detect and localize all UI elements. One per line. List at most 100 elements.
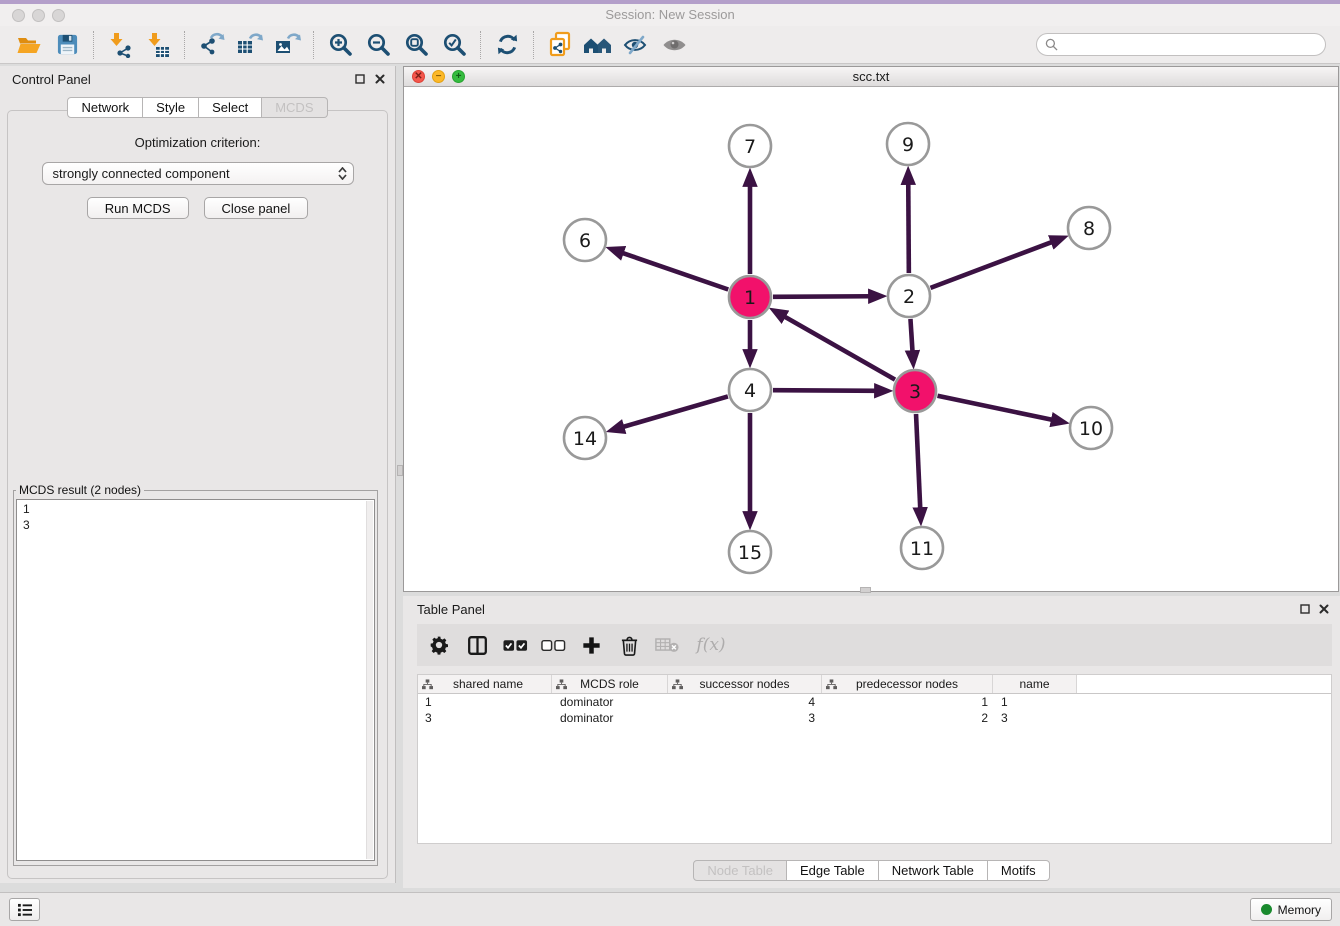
export-table-button[interactable] xyxy=(230,29,268,61)
cell-successor-nodes[interactable]: 3 xyxy=(668,711,822,725)
graph-edge-1-2[interactable] xyxy=(773,296,871,297)
tab-network[interactable]: Network xyxy=(67,97,143,118)
cell-mcds-role[interactable]: dominator xyxy=(552,695,668,709)
tab-node-table[interactable]: Node Table xyxy=(693,860,787,881)
export-table-icon xyxy=(236,32,263,58)
memory-button[interactable]: Memory xyxy=(1250,898,1332,921)
network-window-titlebar[interactable]: ✕ − + scc.txt xyxy=(404,67,1338,87)
new-network-from-selection-button[interactable] xyxy=(541,29,579,61)
search-input[interactable] xyxy=(1063,38,1317,52)
zoom-out-button[interactable] xyxy=(359,29,397,61)
network-canvas[interactable]: 7968124314101511 xyxy=(404,87,1338,591)
graph-edge-2-9[interactable] xyxy=(908,182,909,273)
zoom-fit-button[interactable] xyxy=(397,29,435,61)
tab-motifs[interactable]: Motifs xyxy=(988,860,1050,881)
graph-edge-3-1[interactable] xyxy=(783,316,895,380)
tab-network-table[interactable]: Network Table xyxy=(879,860,988,881)
graph-node-label-10: 10 xyxy=(1079,418,1103,440)
table-options-button[interactable] xyxy=(423,629,455,661)
graph-node-label-7: 7 xyxy=(744,136,756,158)
refresh-icon xyxy=(495,32,520,57)
graph-edge-2-8[interactable] xyxy=(931,241,1054,287)
table-row[interactable]: 1 dominator 4 1 1 xyxy=(418,694,1331,710)
cell-shared-name[interactable]: 3 xyxy=(418,711,552,725)
graph-edge-3-11[interactable] xyxy=(916,414,920,510)
graph-edge-4-3[interactable] xyxy=(773,390,877,391)
cell-mcds-role[interactable]: dominator xyxy=(552,711,668,725)
tab-edge-table[interactable]: Edge Table xyxy=(787,860,879,881)
zoom-in-icon xyxy=(328,32,353,57)
gear-icon xyxy=(429,635,449,655)
run-mcds-button[interactable]: Run MCDS xyxy=(87,197,189,219)
close-table-panel-button[interactable] xyxy=(1317,602,1331,616)
unselect-all-columns-button[interactable] xyxy=(537,629,569,661)
import-table-icon xyxy=(145,32,171,58)
close-panel-button-mcds[interactable]: Close panel xyxy=(204,197,309,219)
export-network-button[interactable] xyxy=(192,29,230,61)
cell-predecessor-nodes[interactable]: 2 xyxy=(822,711,993,725)
add-column-button[interactable] xyxy=(575,629,607,661)
column-header-successor-nodes[interactable]: successor nodes xyxy=(668,675,822,693)
main-toolbar xyxy=(0,26,1340,64)
cell-successor-nodes[interactable]: 4 xyxy=(668,695,822,709)
refresh-layout-button[interactable] xyxy=(488,29,526,61)
function-builder-button[interactable]: f(x) xyxy=(689,629,733,661)
graph-node-label-2: 2 xyxy=(903,286,915,308)
column-header-mcds-role[interactable]: MCDS role xyxy=(552,675,668,693)
first-neighbors-button[interactable] xyxy=(579,29,617,61)
accent-strip xyxy=(0,0,1340,4)
save-floppy-icon xyxy=(56,33,79,56)
save-session-button[interactable] xyxy=(48,29,86,61)
table-row[interactable]: 3 dominator 3 2 3 xyxy=(418,710,1331,726)
import-table-button[interactable] xyxy=(139,29,177,61)
close-panel-button[interactable] xyxy=(373,72,387,86)
zoom-in-button[interactable] xyxy=(321,29,359,61)
float-table-panel-button[interactable] xyxy=(1298,602,1312,616)
cell-predecessor-nodes[interactable]: 1 xyxy=(822,695,993,709)
delete-columns-button[interactable] xyxy=(613,629,645,661)
horizontal-splitter-handle[interactable] xyxy=(860,587,871,593)
import-network-button[interactable] xyxy=(101,29,139,61)
graph-edge-2-3[interactable] xyxy=(910,319,912,353)
select-all-columns-button[interactable] xyxy=(499,629,531,661)
open-session-button[interactable] xyxy=(10,29,48,61)
zoom-selected-button[interactable] xyxy=(435,29,473,61)
optimization-criterion-label: Optimization criterion: xyxy=(8,135,387,150)
vertical-splitter-handle[interactable] xyxy=(397,465,403,476)
cell-name[interactable]: 1 xyxy=(993,695,1077,709)
tab-style[interactable]: Style xyxy=(143,97,199,118)
show-all-button[interactable] xyxy=(655,29,693,61)
fx-icon: f(x) xyxy=(696,635,725,655)
criterion-dropdown[interactable]: strongly connected component xyxy=(42,162,354,185)
graph-edge-3-10[interactable] xyxy=(938,396,1054,420)
export-image-button[interactable] xyxy=(268,29,306,61)
app-titlebar: Session: New Session xyxy=(0,0,1340,26)
graph-edge-4-14[interactable] xyxy=(621,396,727,427)
search-box[interactable] xyxy=(1036,33,1326,56)
network-view-window: ✕ − + scc.txt 7968124314101511 xyxy=(403,66,1339,592)
network-graph: 7968124314101511 xyxy=(404,87,1338,591)
column-header-name[interactable]: name xyxy=(993,675,1077,693)
float-panel-button[interactable] xyxy=(353,72,367,86)
graph-node-label-14: 14 xyxy=(573,428,597,450)
column-header-shared-name[interactable]: shared name xyxy=(418,675,552,693)
dropdown-stepper-icon xyxy=(338,167,349,180)
mcds-panel: Optimization criterion: strongly connect… xyxy=(7,110,388,879)
houses-icon xyxy=(583,33,613,57)
tab-select[interactable]: Select xyxy=(199,97,262,118)
graph-edge-1-6[interactable] xyxy=(621,252,728,289)
task-history-button[interactable] xyxy=(9,898,40,921)
tree-icon xyxy=(826,679,837,690)
hide-selected-button[interactable] xyxy=(617,29,655,61)
eye-slash-icon xyxy=(623,33,650,57)
tab-mcds[interactable]: MCDS xyxy=(262,97,327,118)
trash-icon xyxy=(620,635,639,656)
column-header-predecessor-nodes[interactable]: predecessor nodes xyxy=(822,675,993,693)
column-layout-button[interactable] xyxy=(461,629,493,661)
cell-name[interactable]: 3 xyxy=(993,711,1077,725)
cell-shared-name[interactable]: 1 xyxy=(418,695,552,709)
table-panel-title: Table Panel xyxy=(417,602,485,617)
mcds-result-list[interactable]: 1 3 xyxy=(16,499,375,861)
result-scrollbar[interactable] xyxy=(366,501,373,859)
delete-table-button[interactable] xyxy=(651,629,683,661)
